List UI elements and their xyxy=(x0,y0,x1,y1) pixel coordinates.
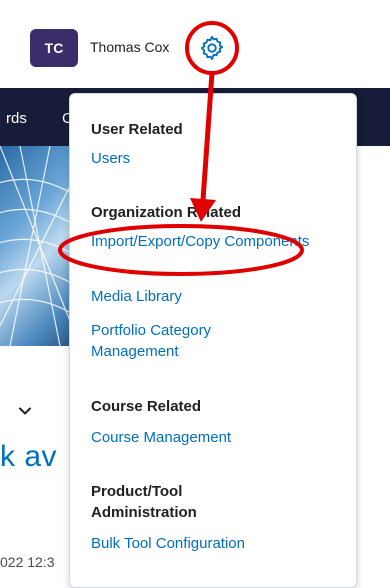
date-partial: 022 12:3 xyxy=(0,554,55,570)
page-heading-partial: k av xyxy=(0,440,58,473)
menu-link-users[interactable]: Users xyxy=(91,148,130,169)
admin-tools-menu: User Related Users Organization Related … xyxy=(69,93,357,588)
section-heading-organization-related: Organization Related xyxy=(91,204,242,221)
nav-item-partial[interactable]: rds xyxy=(6,110,27,127)
user-name[interactable]: Thomas Cox xyxy=(90,39,169,55)
user-avatar[interactable]: TC xyxy=(30,29,78,67)
chevron-down-icon[interactable] xyxy=(18,404,32,418)
gear-icon xyxy=(200,35,224,61)
banner-image xyxy=(0,146,80,346)
menu-link-course-management[interactable]: Course Management xyxy=(91,427,231,448)
menu-link-media-library[interactable]: Media Library xyxy=(91,286,182,307)
menu-link-bulk-tool-configuration[interactable]: Bulk Tool Configuration xyxy=(91,533,245,554)
top-header: TC Thomas Cox xyxy=(0,0,390,88)
menu-link-import-export-copy[interactable]: Import/Export/Copy Components xyxy=(91,231,321,252)
structure-lines xyxy=(0,146,80,346)
admin-tools-gear-button[interactable] xyxy=(194,30,230,66)
section-heading-product-tool-admin: Product/Tool Administration xyxy=(91,483,197,521)
section-heading-user-related: User Related xyxy=(91,121,183,138)
menu-link-portfolio-category[interactable]: Portfolio Category Management xyxy=(91,320,291,362)
section-heading-course-related: Course Related xyxy=(91,398,202,415)
